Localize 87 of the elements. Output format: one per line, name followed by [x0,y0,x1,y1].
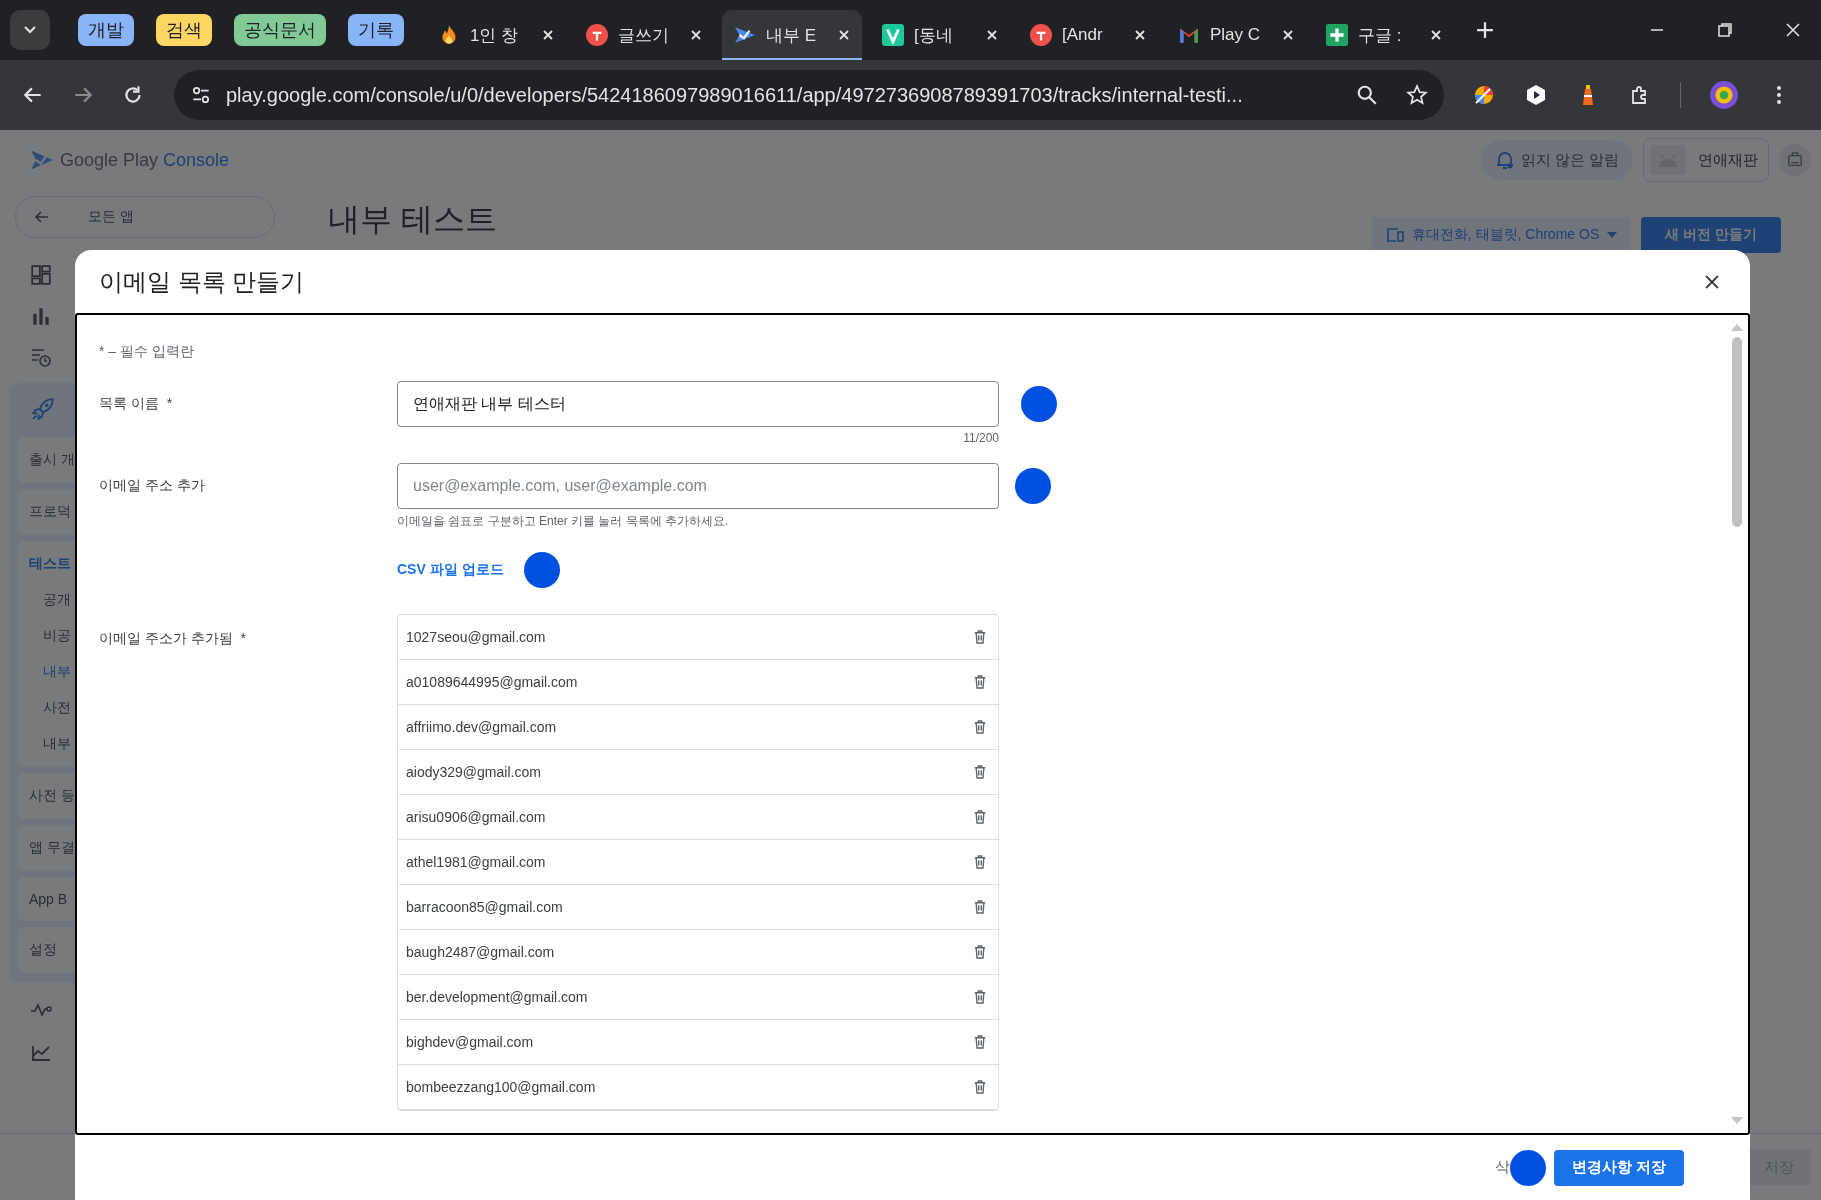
email-address: bombeezzang100@gmail.com [406,1079,597,1095]
marker-dot [1021,386,1057,422]
restore-icon[interactable] [1717,22,1733,38]
circle-t-icon [586,24,608,46]
play-console-logo-icon [30,148,54,172]
email-input-field[interactable]: user@example.com, user@example.com [397,463,999,509]
trash-icon[interactable] [974,720,986,734]
tab-group-chip[interactable]: 기록 [348,14,404,46]
save-changes-button[interactable]: 변경사항 저장 [1554,1149,1684,1186]
back-arrow-icon [34,209,50,225]
trash-icon[interactable] [974,855,986,869]
required-note: * – 필수 입력란 [99,343,195,361]
scrollbar-thumb[interactable] [1732,337,1742,527]
address-bar[interactable]: play.google.com/console/u/0/developers/5424186097989016611/app/4972736908789391703/tracks/internal-testi... [174,70,1444,120]
email-address: athel1981@gmail.com [406,854,547,870]
browser-tab[interactable]: [동네 [870,10,1010,60]
email-address: bighdev@gmail.com [406,1034,535,1050]
trash-icon[interactable] [974,945,986,959]
tab-title: 1인 창 [470,24,520,47]
email-address: arisu0906@gmail.com [406,809,547,825]
trash-icon[interactable] [974,675,986,689]
field-label: 이메일 주소 추가 [99,476,206,495]
devices-icon [1385,227,1404,243]
console-logo-text: Google Play Console [60,149,230,171]
browser-tab[interactable]: 1인 창 [426,10,566,60]
shield-play-icon[interactable] [1524,83,1548,107]
browser-tab[interactable]: 내부 E [722,10,862,60]
email-address: 1027seou@gmail.com [406,629,547,645]
email-address: affriimo.dev@gmail.com [406,719,558,735]
trash-icon[interactable] [974,1080,986,1094]
trash-icon[interactable] [974,990,986,1004]
tab-title: [동네 [914,24,954,47]
marker-dot [1015,468,1051,504]
dialog-title: 이메일 목록 만들기 [99,266,305,297]
character-counter: 11/200 [962,431,999,445]
tab-group-chip[interactable]: 개발 [78,14,134,46]
trash-icon[interactable] [974,630,986,644]
color-wheel-icon[interactable] [1472,83,1496,107]
profile-avatar[interactable] [1709,80,1739,110]
url-text: play.google.com/console/u/0/developers/5424186097989016611/app/4972736908789391703/tracks/internal-testi... [226,83,1244,107]
star-icon[interactable] [1406,84,1428,106]
id-badge-icon[interactable] [1779,144,1811,176]
tab-title: [Andr [1062,25,1104,45]
delete-button[interactable]: 삭 [1495,1158,1510,1177]
tab-title: 구글 : [1358,24,1403,47]
tab-title: 글쓰기 [618,24,670,47]
browser-tab[interactable]: 구글 : [1314,10,1454,60]
reload-icon[interactable] [122,84,144,106]
email-address: ber.development@gmail.com [406,989,589,1005]
trash-icon[interactable] [974,765,986,779]
bar-chart-icon[interactable] [30,305,52,327]
trash-icon[interactable] [974,810,986,824]
email-address: barracoon85@gmail.com [406,899,564,915]
tab-group-chip[interactable]: 공식문서 [234,14,326,46]
field-label: 이메일 주소가 추가됨 * [99,629,247,648]
caret-icon [1607,232,1618,238]
new-tab-icon[interactable] [1476,21,1494,39]
page-title: 내부 테스트 [328,200,497,239]
list-name-field[interactable]: 연애재판 내부 테스터 [397,381,999,427]
v-logo-icon [882,24,904,46]
marker-dot [523,552,560,588]
email-address: aiody329@gmail.com [406,764,542,780]
bell-icon [1494,150,1515,170]
browser-tab[interactable]: 글쓰기 [574,10,714,60]
helper-text: 이메일을 쉼표로 구분하고 Enter 키를 눌러 목록에 추가하세요. [397,513,730,530]
trash-icon[interactable] [974,1035,986,1049]
app-selector[interactable]: 연애재판 [1643,138,1769,182]
tab-title: 내부 E [766,24,818,47]
trash-icon[interactable] [974,900,986,914]
dashboard-icon[interactable] [30,264,52,286]
close-icon[interactable] [1704,273,1720,290]
chevron-down-icon [23,25,37,35]
circle-t-icon [1030,24,1052,46]
field-label: 목록 이름 * [99,394,174,413]
csv-upload-link[interactable]: CSV 파일 업로드 [397,561,504,579]
email-address: baugh2487@gmail.com [406,944,556,960]
zoom-icon[interactable] [1356,84,1378,106]
email-address: a01089644995@gmail.com [406,674,579,690]
site-settings-icon[interactable] [190,84,212,106]
plus-square-icon [1326,24,1348,46]
browser-tab[interactable]: Play C [1166,10,1306,60]
play-console-icon [734,24,756,46]
tab-group-chip[interactable]: 검색 [156,14,212,46]
tab-title: Play C [1210,25,1262,45]
marker-dot [1510,1149,1546,1186]
history-icon[interactable] [30,346,52,368]
browser-tab[interactable]: [Andr [1018,10,1158,60]
